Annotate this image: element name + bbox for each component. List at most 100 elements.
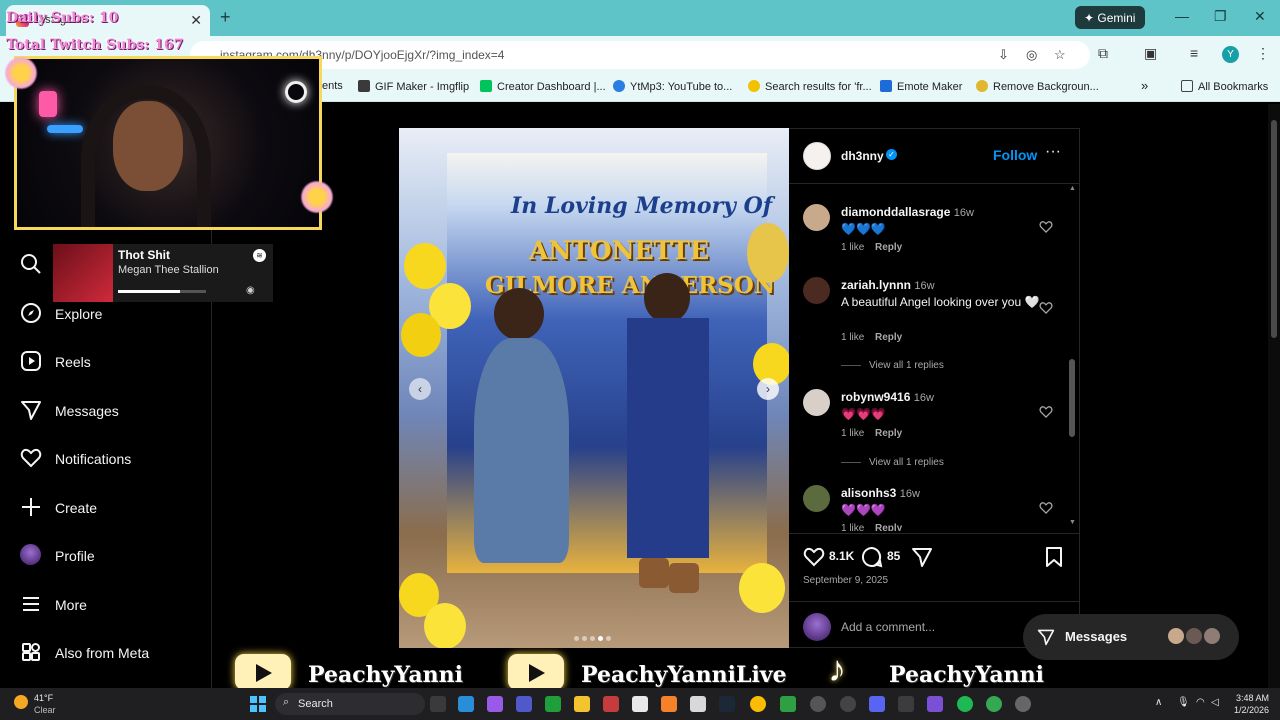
like-comment-heart-icon[interactable] bbox=[1039, 501, 1053, 515]
app-icon[interactable] bbox=[603, 696, 619, 712]
bookmark-save-icon[interactable] bbox=[1045, 546, 1063, 568]
commenter-avatar[interactable] bbox=[803, 485, 830, 512]
commenter-avatar[interactable] bbox=[803, 389, 830, 416]
like-comment-heart-icon[interactable] bbox=[1039, 405, 1053, 419]
app-icon[interactable] bbox=[927, 696, 943, 712]
weather-desc[interactable]: Clear bbox=[34, 705, 56, 715]
weather-temp[interactable]: 41°F bbox=[34, 693, 53, 703]
taskbar-search[interactable]: ⌕ Search bbox=[275, 693, 425, 715]
extensions-icon[interactable]: ⧉ bbox=[1098, 45, 1108, 62]
close-icon[interactable]: ✕ bbox=[190, 12, 202, 29]
search-tabs-icon[interactable]: ▣ bbox=[1144, 45, 1157, 62]
bookmark-item[interactable]: Remove Backgroun... bbox=[976, 80, 1099, 93]
scroll-down-icon[interactable]: ▼ bbox=[1069, 519, 1076, 526]
bookmark-item[interactable]: Emote Maker bbox=[880, 80, 962, 93]
scrollbar-thumb[interactable] bbox=[1069, 359, 1075, 437]
restore-icon[interactable]: ❐ bbox=[1214, 8, 1227, 25]
page-scrollbar-thumb[interactable] bbox=[1271, 120, 1277, 338]
post-image[interactable]: In Loving Memory Of ANTONETTE GILMORE AN… bbox=[399, 128, 789, 648]
view-replies-button[interactable]: View all 1 replies bbox=[841, 457, 944, 468]
microphone-icon[interactable]: 🎙 bbox=[1177, 697, 1190, 708]
author-avatar[interactable] bbox=[803, 142, 831, 170]
add-comment-input[interactable]: Add a comment... bbox=[841, 620, 935, 634]
bookmark-item[interactable]: ents bbox=[322, 80, 343, 92]
xbox-icon[interactable] bbox=[545, 696, 561, 712]
reply-button[interactable]: Reply bbox=[875, 332, 902, 343]
view-replies-button[interactable]: View all 1 replies bbox=[841, 360, 944, 371]
comment-likes[interactable]: 1 like bbox=[841, 523, 864, 531]
teams-icon[interactable] bbox=[516, 696, 532, 712]
app-icon[interactable] bbox=[661, 696, 677, 712]
app-icon[interactable] bbox=[840, 696, 856, 712]
comment-likes[interactable]: 1 like bbox=[841, 332, 864, 343]
obs-icon[interactable] bbox=[810, 696, 826, 712]
commenter-avatar[interactable] bbox=[803, 277, 830, 304]
like-heart-icon[interactable] bbox=[803, 546, 825, 568]
chrome-icon[interactable] bbox=[750, 696, 766, 712]
chrome-icon[interactable] bbox=[986, 696, 1002, 712]
task-view-icon[interactable] bbox=[430, 696, 446, 712]
comment-username[interactable]: diamonddallasrage bbox=[841, 205, 950, 219]
windows-start-icon[interactable] bbox=[250, 696, 266, 712]
carousel-next-button[interactable]: › bbox=[757, 378, 779, 400]
file-explorer-icon[interactable] bbox=[574, 696, 590, 712]
bookmark-item[interactable]: YtMp3: YouTube to... bbox=[613, 80, 732, 93]
eye-off-icon[interactable]: ◎ bbox=[1026, 47, 1037, 63]
gemini-button[interactable]: ✦ Gemini bbox=[1075, 6, 1145, 29]
new-tab-plus-icon[interactable]: + bbox=[220, 7, 231, 28]
copilot-icon[interactable] bbox=[487, 696, 503, 712]
share-send-icon[interactable] bbox=[911, 546, 933, 568]
chevron-right-icon[interactable]: » bbox=[1141, 78, 1148, 93]
like-comment-heart-icon[interactable] bbox=[1039, 220, 1053, 234]
comment-count[interactable]: 85 bbox=[887, 549, 900, 563]
weather-icon[interactable] bbox=[14, 695, 28, 709]
discord-icon[interactable] bbox=[869, 696, 885, 712]
steam-icon[interactable] bbox=[719, 696, 735, 712]
notepad-icon[interactable] bbox=[632, 696, 648, 712]
star-icon[interactable]: ☆ bbox=[1054, 47, 1066, 63]
follow-button[interactable]: Follow bbox=[993, 147, 1037, 163]
page-scrollbar[interactable] bbox=[1268, 104, 1280, 688]
bookmark-item[interactable]: Search results for 'fr... bbox=[748, 80, 872, 93]
omnibox[interactable]: instagram.com/dh3nny/p/DOYjooEjgXr/?img_… bbox=[190, 41, 1090, 69]
scroll-up-icon[interactable]: ▲ bbox=[1069, 185, 1076, 192]
profile-avatar[interactable]: Y bbox=[1222, 46, 1239, 63]
more-options-icon[interactable]: ··· bbox=[1045, 143, 1061, 161]
settings-dot-icon[interactable]: ◉ bbox=[246, 285, 255, 296]
chevron-up-icon[interactable]: ∧ bbox=[1155, 697, 1162, 708]
install-app-icon[interactable]: ⇩ bbox=[998, 47, 1009, 63]
app-icon[interactable] bbox=[780, 696, 796, 712]
search-icon[interactable] bbox=[20, 253, 42, 275]
app-icon[interactable] bbox=[898, 696, 914, 712]
spotify-icon[interactable] bbox=[957, 696, 973, 712]
wifi-icon[interactable]: ◠ bbox=[1196, 697, 1205, 708]
clock-date[interactable]: 1/2/2026 bbox=[1234, 705, 1269, 715]
reply-button[interactable]: Reply bbox=[875, 523, 902, 531]
bookmark-item[interactable]: Creator Dashboard |... bbox=[480, 80, 606, 93]
comment-username[interactable]: alisonhs3 bbox=[841, 486, 896, 500]
like-comment-heart-icon[interactable] bbox=[1039, 301, 1053, 315]
minimize-icon[interactable]: — bbox=[1175, 8, 1189, 24]
author-username[interactable]: dh3nny bbox=[841, 149, 884, 163]
comment-username[interactable]: zariah.lynnn bbox=[841, 278, 911, 292]
carousel-prev-button[interactable]: ‹ bbox=[409, 378, 431, 400]
reply-button[interactable]: Reply bbox=[875, 242, 902, 253]
app-icon[interactable] bbox=[690, 696, 706, 712]
comment-likes[interactable]: 1 like bbox=[841, 242, 864, 253]
like-count[interactable]: 8.1K bbox=[829, 549, 854, 563]
clock-time[interactable]: 3:48 AM bbox=[1236, 693, 1269, 703]
window-close-icon[interactable]: ✕ bbox=[1254, 8, 1266, 25]
comment-likes[interactable]: 1 like bbox=[841, 428, 864, 439]
edge-icon[interactable] bbox=[458, 696, 474, 712]
reading-list-icon[interactable]: ≡ bbox=[1190, 45, 1198, 61]
commenter-avatar[interactable] bbox=[803, 204, 830, 231]
bookmark-item[interactable]: GIF Maker - Imgflip bbox=[358, 80, 469, 93]
comment-username[interactable]: robynw9416 bbox=[841, 390, 910, 404]
comments-scrollbar[interactable]: ▲ ▼ bbox=[1068, 185, 1076, 531]
settings-gear-icon[interactable] bbox=[1015, 696, 1031, 712]
all-bookmarks[interactable]: All Bookmarks bbox=[1181, 80, 1268, 93]
comment-bubble-icon[interactable] bbox=[861, 546, 883, 568]
volume-icon[interactable]: ◁ bbox=[1211, 697, 1219, 708]
reply-button[interactable]: Reply bbox=[875, 428, 902, 439]
kebab-menu-icon[interactable]: ⋮ bbox=[1256, 45, 1270, 62]
